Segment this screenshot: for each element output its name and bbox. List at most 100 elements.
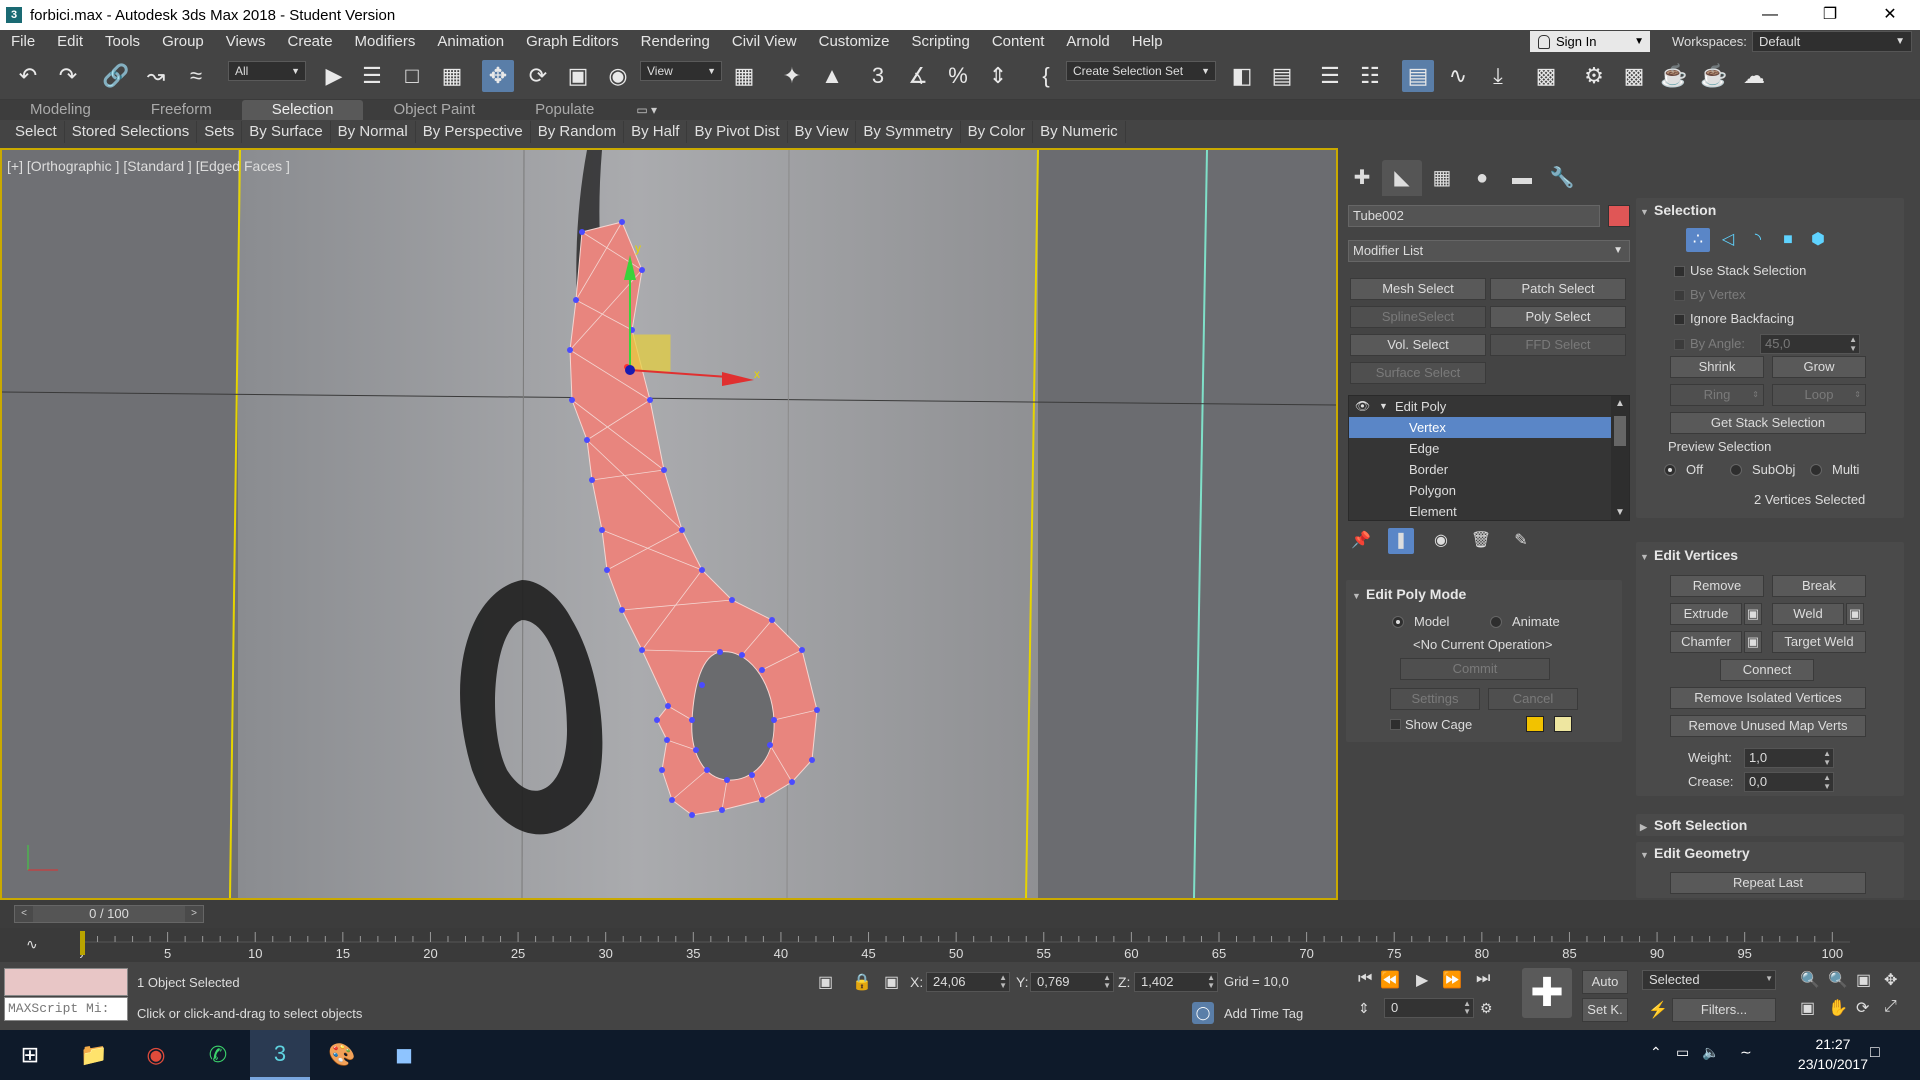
break-button[interactable]: Break xyxy=(1772,575,1866,597)
undo-icon[interactable]: ↶ xyxy=(12,60,44,92)
edit-geometry-header[interactable]: ▼ Edit Geometry xyxy=(1640,842,1750,864)
soft-selection-header[interactable]: ▶ Soft Selection xyxy=(1640,814,1747,836)
time-slider[interactable]: < 0 / 100 > xyxy=(14,905,204,923)
edit-vertices-header[interactable]: ▼ Edit Vertices xyxy=(1640,544,1738,566)
zoom-icon[interactable]: 🔍 xyxy=(1800,970,1820,990)
element-subobject-icon[interactable]: ⬢ xyxy=(1806,228,1830,252)
splineselect-modifier-button[interactable]: SplineSelect xyxy=(1350,306,1486,328)
select-move-icon[interactable]: ✥ xyxy=(482,60,514,92)
eye-icon[interactable]: 👁 xyxy=(1355,396,1370,417)
loop-button[interactable]: Loop ⇕ xyxy=(1772,384,1866,406)
rendered-frame-window-icon[interactable]: ▩ xyxy=(1618,60,1650,92)
unlink-icon[interactable]: ↝ xyxy=(140,60,172,92)
menu-item-group[interactable]: Group xyxy=(151,30,215,54)
selection-tool-by-symmetry[interactable]: By Symmetry xyxy=(856,121,961,143)
toggle-ribbon-icon[interactable]: ▤ xyxy=(1402,60,1434,92)
isolate-selection-icon[interactable]: ▣ xyxy=(818,972,833,992)
target-weld-button[interactable]: Target Weld xyxy=(1772,631,1866,653)
scroll-down-icon[interactable]: ▼ xyxy=(1615,507,1625,518)
object-name-field[interactable]: Tube002 xyxy=(1348,205,1600,227)
stack-scrollbar[interactable]: ▲ ▼ xyxy=(1611,396,1629,520)
extrude-settings-icon[interactable]: ▣ xyxy=(1744,603,1762,625)
remove-modifier-icon[interactable]: 🗑 xyxy=(1468,528,1494,554)
mirror-icon[interactable]: ◧ xyxy=(1226,60,1258,92)
stack-item-edit-poly[interactable]: 👁 ▼ Edit Poly xyxy=(1349,396,1611,417)
modify-tab-icon[interactable]: ◣ xyxy=(1382,160,1422,196)
menu-item-animation[interactable]: Animation xyxy=(426,30,515,54)
notifications-icon[interactable]: □ xyxy=(1870,1044,1880,1062)
restore-button[interactable]: ❐ xyxy=(1800,0,1860,30)
timeline-ruler[interactable]: 0510152025303540455055606570758085909510… xyxy=(80,928,1850,962)
x-coordinate-field[interactable]: 24,06 ▲ ▼ xyxy=(926,972,1010,992)
battery-icon[interactable]: ▭ xyxy=(1676,1044,1689,1061)
curve-editor-toggle-icon[interactable]: ∿ xyxy=(26,936,38,953)
remove-button[interactable]: Remove xyxy=(1670,575,1764,597)
app-taskbar-icon[interactable]: ◼ xyxy=(374,1030,434,1080)
workspace-select[interactable]: Default ▼ xyxy=(1752,31,1912,52)
edit-named-selection-icon[interactable]: { xyxy=(1030,60,1062,92)
menu-item-graph-editors[interactable]: Graph Editors xyxy=(515,30,630,54)
hierarchy-tab-icon[interactable]: ▦ xyxy=(1422,160,1462,196)
menu-item-customize[interactable]: Customize xyxy=(808,30,901,54)
menu-item-civil-view[interactable]: Civil View xyxy=(721,30,808,54)
remove-isolated-vertices-button[interactable]: Remove Isolated Vertices xyxy=(1670,687,1866,709)
z-coordinate-field[interactable]: 1,402 ▲ ▼ xyxy=(1134,972,1218,992)
default-in-out-tangent-icon[interactable]: ⚡ xyxy=(1648,1000,1668,1020)
maxscript-mini-listener[interactable]: MAXScript Mi: xyxy=(4,997,128,1021)
display-tab-icon[interactable]: ▬ xyxy=(1502,160,1542,196)
ignore-backfacing-checkbox[interactable] xyxy=(1674,314,1685,325)
render-production-icon[interactable]: ☕ xyxy=(1658,60,1690,92)
preview-off-radio[interactable] xyxy=(1664,464,1676,476)
vol-select-modifier-button[interactable]: Vol. Select xyxy=(1350,334,1486,356)
selection-tool-by-surface[interactable]: By Surface xyxy=(242,121,331,143)
reference-coord-select[interactable]: View ▼ xyxy=(640,61,722,81)
repeat-last-button[interactable]: Repeat Last xyxy=(1670,872,1866,894)
show-cage-checkbox[interactable] xyxy=(1390,719,1401,730)
select-manipulate-icon[interactable]: ✦ xyxy=(776,60,808,92)
edge-subobject-icon[interactable]: ◁ xyxy=(1716,228,1740,252)
absolute-mode-icon[interactable]: ▣ xyxy=(884,972,899,992)
preview-multi-radio[interactable] xyxy=(1810,464,1822,476)
curve-editor-icon[interactable]: ∿ xyxy=(1442,60,1474,92)
maxscript-listener-pink[interactable] xyxy=(4,968,128,996)
motion-tab-icon[interactable]: ● xyxy=(1462,160,1502,196)
snaps-toggle-icon[interactable]: 3 xyxy=(862,60,894,92)
pan-view-icon[interactable]: ✋ xyxy=(1828,998,1848,1018)
set-key-plus-icon[interactable]: ✚ xyxy=(1522,968,1572,1018)
get-stack-selection-button[interactable]: Get Stack Selection xyxy=(1670,412,1866,434)
selection-tool-by-random[interactable]: By Random xyxy=(531,121,625,143)
model-radio[interactable] xyxy=(1392,616,1404,628)
menu-item-file[interactable]: File xyxy=(0,30,46,54)
zoom-all-icon[interactable]: 🔍 xyxy=(1828,970,1848,990)
viewport-label[interactable]: [+] [Orthographic ] [Standard ] [Edged F… xyxy=(7,158,290,174)
stack-subobject-border[interactable]: Border xyxy=(1349,459,1611,480)
animate-radio[interactable] xyxy=(1490,616,1502,628)
go-to-end-icon[interactable]: ⏭ xyxy=(1476,970,1490,988)
stack-subobject-edge[interactable]: Edge xyxy=(1349,438,1611,459)
make-unique-icon[interactable]: ◉ xyxy=(1428,528,1454,554)
patch-select-modifier-button[interactable]: Patch Select xyxy=(1490,278,1626,300)
render-cloud-icon[interactable]: ☁ xyxy=(1738,60,1770,92)
remove-unused-map-verts-button[interactable]: Remove Unused Map Verts xyxy=(1670,715,1866,737)
spinner-snap-icon[interactable]: ⇕ xyxy=(982,60,1014,92)
time-configuration-icon[interactable]: ⚙ xyxy=(1480,1000,1493,1017)
cage-color-swatch[interactable] xyxy=(1526,716,1544,732)
align-icon[interactable]: ▤ xyxy=(1266,60,1298,92)
tab-populate[interactable]: Populate xyxy=(505,100,624,120)
expand-triangle-icon[interactable]: ▼ xyxy=(1379,396,1388,417)
modifier-list-select[interactable]: Modifier List ▼ xyxy=(1348,240,1630,262)
whatsapp-icon[interactable]: ✆ xyxy=(188,1030,248,1080)
by-angle-spinner[interactable]: 45,0 ▲ ▼ xyxy=(1760,334,1860,354)
poly-select-modifier-button[interactable]: Poly Select xyxy=(1490,306,1626,328)
show-end-result-icon[interactable]: ❚ xyxy=(1388,528,1414,554)
schematic-view-icon[interactable]: ⤓ xyxy=(1482,60,1514,92)
toggle-scene-explorer-icon[interactable]: ☰ xyxy=(1314,60,1346,92)
keyboard-shortcut-icon[interactable]: ▲ xyxy=(816,60,848,92)
selection-tool-by-pivot-dist[interactable]: By Pivot Dist xyxy=(687,121,788,143)
selection-tool-by-color[interactable]: By Color xyxy=(961,121,1034,143)
weight-spinner[interactable]: 1,0 ▲ ▼ xyxy=(1744,748,1834,768)
use-stack-selection-checkbox[interactable] xyxy=(1674,266,1685,277)
pin-stack-icon[interactable]: 📌 xyxy=(1348,528,1374,554)
key-filter-select[interactable]: Selected ▼ xyxy=(1642,970,1776,990)
configure-modifier-sets-icon[interactable]: ✎ xyxy=(1508,528,1534,554)
